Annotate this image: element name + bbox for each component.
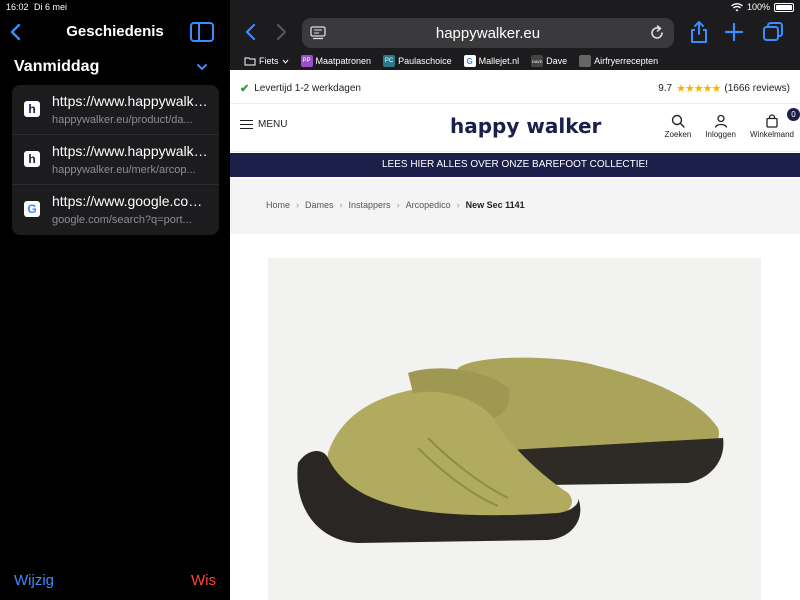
chevron-down-icon bbox=[282, 59, 288, 64]
status-right: 100% bbox=[731, 2, 794, 12]
bookmark-paulaschoice[interactable]: PC Paulaschoice bbox=[383, 55, 452, 67]
status-bar: 16:02 Di 6 mei 100% bbox=[0, 0, 800, 14]
login-button[interactable]: Inloggen bbox=[705, 114, 736, 139]
search-label: Zoeken bbox=[664, 130, 692, 139]
paulaschoice-favicon-icon: PC bbox=[383, 55, 396, 67]
product-image[interactable] bbox=[268, 258, 761, 600]
bookmark-mallejet[interactable]: G Mallejet.nl bbox=[463, 55, 520, 67]
section-title: Vanmiddag bbox=[14, 58, 100, 75]
bookmark-label: Airfryerrecepten bbox=[594, 56, 659, 66]
breadcrumb-home[interactable]: Home bbox=[266, 200, 290, 210]
bookmark-label: Dave bbox=[546, 56, 568, 66]
bookmarks-bar: Fiets PP Maatpatronen PC Paulaschoice G … bbox=[244, 54, 658, 68]
history-item-title: https://www.happywalker.eu/merk/arcop... bbox=[52, 143, 212, 159]
breadcrumb-dames[interactable]: Dames bbox=[305, 200, 334, 210]
chevron-down-icon[interactable] bbox=[196, 62, 208, 72]
browser-window: happywalker.eu Fiets PP Maatpatronen PC … bbox=[230, 0, 800, 600]
usp-bar: ✔ Levertijd 1-2 werkdagen 9.7 ★★★★★ (166… bbox=[230, 70, 800, 104]
header-actions: Zoeken Inloggen 0 Winkelmand bbox=[664, 108, 800, 139]
new-tab-icon[interactable] bbox=[724, 22, 744, 42]
rating-stars-icon: ★★★★★ bbox=[676, 83, 721, 95]
breadcrumb-separator-icon: › bbox=[456, 200, 460, 210]
shopping-bag-icon bbox=[766, 114, 778, 128]
menu-label: MENU bbox=[258, 119, 288, 130]
rating-reviews: (1666 reviews) bbox=[724, 83, 790, 94]
site-header: MENU happy walker Zoeken Inloggen 0 Wink… bbox=[230, 104, 800, 152]
breadcrumb: Home › Dames › Instappers › Arcopedico ›… bbox=[266, 200, 525, 210]
maatpatronen-favicon-icon: PP bbox=[300, 55, 313, 67]
history-item-url: google.com/search?q=port... bbox=[52, 214, 192, 226]
sidebar-toggle-icon[interactable] bbox=[190, 22, 214, 42]
bookmark-label: Maatpatronen bbox=[315, 56, 372, 66]
bookmark-maatpatronen[interactable]: PP Maatpatronen bbox=[300, 55, 372, 67]
sidebar-header: Geschiedenis bbox=[0, 18, 230, 46]
breadcrumb-arcopedico[interactable]: Arcopedico bbox=[406, 200, 451, 210]
bookmark-label: Mallejet.nl bbox=[478, 56, 520, 66]
history-item[interactable]: h https://www.happywalker.eu/merk/arcop.… bbox=[12, 135, 219, 185]
breadcrumb-separator-icon: › bbox=[339, 200, 343, 210]
bookmark-airfryerrecepten[interactable]: Airfryerrecepten bbox=[579, 55, 658, 67]
shoe-illustration bbox=[297, 357, 724, 543]
status-date: Di 6 mei bbox=[34, 2, 68, 12]
clear-history-button[interactable]: Wis bbox=[191, 572, 216, 589]
wifi-icon bbox=[731, 2, 743, 11]
forward-icon[interactable] bbox=[274, 22, 288, 42]
google-favicon-icon: G bbox=[463, 55, 476, 67]
document-favicon-icon bbox=[579, 55, 592, 67]
tab-overview-icon[interactable] bbox=[762, 22, 784, 42]
happywalker-favicon-icon: h bbox=[24, 151, 40, 167]
battery-icon bbox=[774, 2, 794, 12]
bookmark-label: Paulaschoice bbox=[398, 56, 452, 66]
status-time: 16:02 bbox=[6, 2, 29, 12]
breadcrumb-current: New Sec 1141 bbox=[465, 200, 525, 210]
bookmark-label: Fiets bbox=[259, 56, 279, 66]
reload-icon[interactable] bbox=[648, 24, 666, 42]
back-icon[interactable] bbox=[244, 22, 258, 42]
rating-score: 9.7 bbox=[658, 83, 673, 94]
site-logo[interactable]: happy walker bbox=[450, 114, 601, 138]
url-text: happywalker.eu bbox=[435, 25, 541, 42]
delivery-info: ✔ Levertijd 1-2 werkdagen bbox=[240, 82, 361, 95]
hamburger-icon bbox=[240, 119, 253, 130]
user-icon bbox=[714, 114, 727, 128]
bookmark-dave[interactable]: DAVE Dave bbox=[531, 55, 567, 67]
history-list: h https://www.happywalker.eu/product/da.… bbox=[12, 85, 219, 235]
breadcrumb-separator-icon: › bbox=[396, 200, 400, 210]
breadcrumb-instappers[interactable]: Instappers bbox=[349, 200, 391, 210]
promo-banner[interactable]: LEES HIER ALLES OVER ONZE BAREFOOT COLLE… bbox=[230, 153, 800, 177]
happywalker-favicon-icon: h bbox=[24, 101, 40, 117]
history-item-title: https://www.happywalker.eu/product/da... bbox=[52, 93, 212, 109]
cart-label: Winkelmand bbox=[749, 130, 794, 139]
web-page: ✔ Levertijd 1-2 werkdagen 9.7 ★★★★★ (166… bbox=[230, 70, 800, 600]
history-item[interactable]: G https://www.google.com/search?q=port..… bbox=[12, 185, 219, 235]
rating[interactable]: 9.7 ★★★★★ (1666 reviews) bbox=[658, 82, 790, 95]
product-gallery bbox=[230, 234, 800, 600]
battery-percent: 100% bbox=[746, 2, 770, 12]
breadcrumb-separator-icon: › bbox=[296, 200, 300, 210]
search-icon bbox=[671, 114, 685, 128]
search-button[interactable]: Zoeken bbox=[664, 114, 692, 139]
cart-button[interactable]: 0 Winkelmand bbox=[749, 108, 800, 139]
history-sidebar: Geschiedenis Vanmiddag h https://www.hap… bbox=[0, 0, 230, 600]
breadcrumb-area: Home › Dames › Instappers › Arcopedico ›… bbox=[230, 178, 800, 234]
cart-count-badge: 0 bbox=[787, 108, 800, 121]
history-item[interactable]: h https://www.happywalker.eu/product/da.… bbox=[12, 85, 219, 135]
history-item-title: https://www.google.com/search?q=port... bbox=[52, 193, 212, 209]
bookmark-fiets[interactable]: Fiets bbox=[244, 56, 289, 66]
history-item-url: happywalker.eu/product/da... bbox=[52, 114, 193, 126]
checkmark-icon: ✔ bbox=[240, 83, 250, 95]
share-icon[interactable] bbox=[688, 20, 710, 44]
google-favicon-icon: G bbox=[24, 201, 40, 217]
menu-button[interactable]: MENU bbox=[240, 119, 287, 130]
dave-favicon-icon: DAVE bbox=[531, 55, 544, 67]
folder-icon bbox=[244, 57, 256, 66]
history-item-url: happywalker.eu/merk/arcop... bbox=[52, 164, 196, 176]
delivery-text: Levertijd 1-2 werkdagen bbox=[254, 83, 361, 94]
login-label: Inloggen bbox=[705, 130, 736, 139]
edit-button[interactable]: Wijzig bbox=[14, 572, 54, 589]
address-bar[interactable]: happywalker.eu bbox=[302, 18, 674, 48]
